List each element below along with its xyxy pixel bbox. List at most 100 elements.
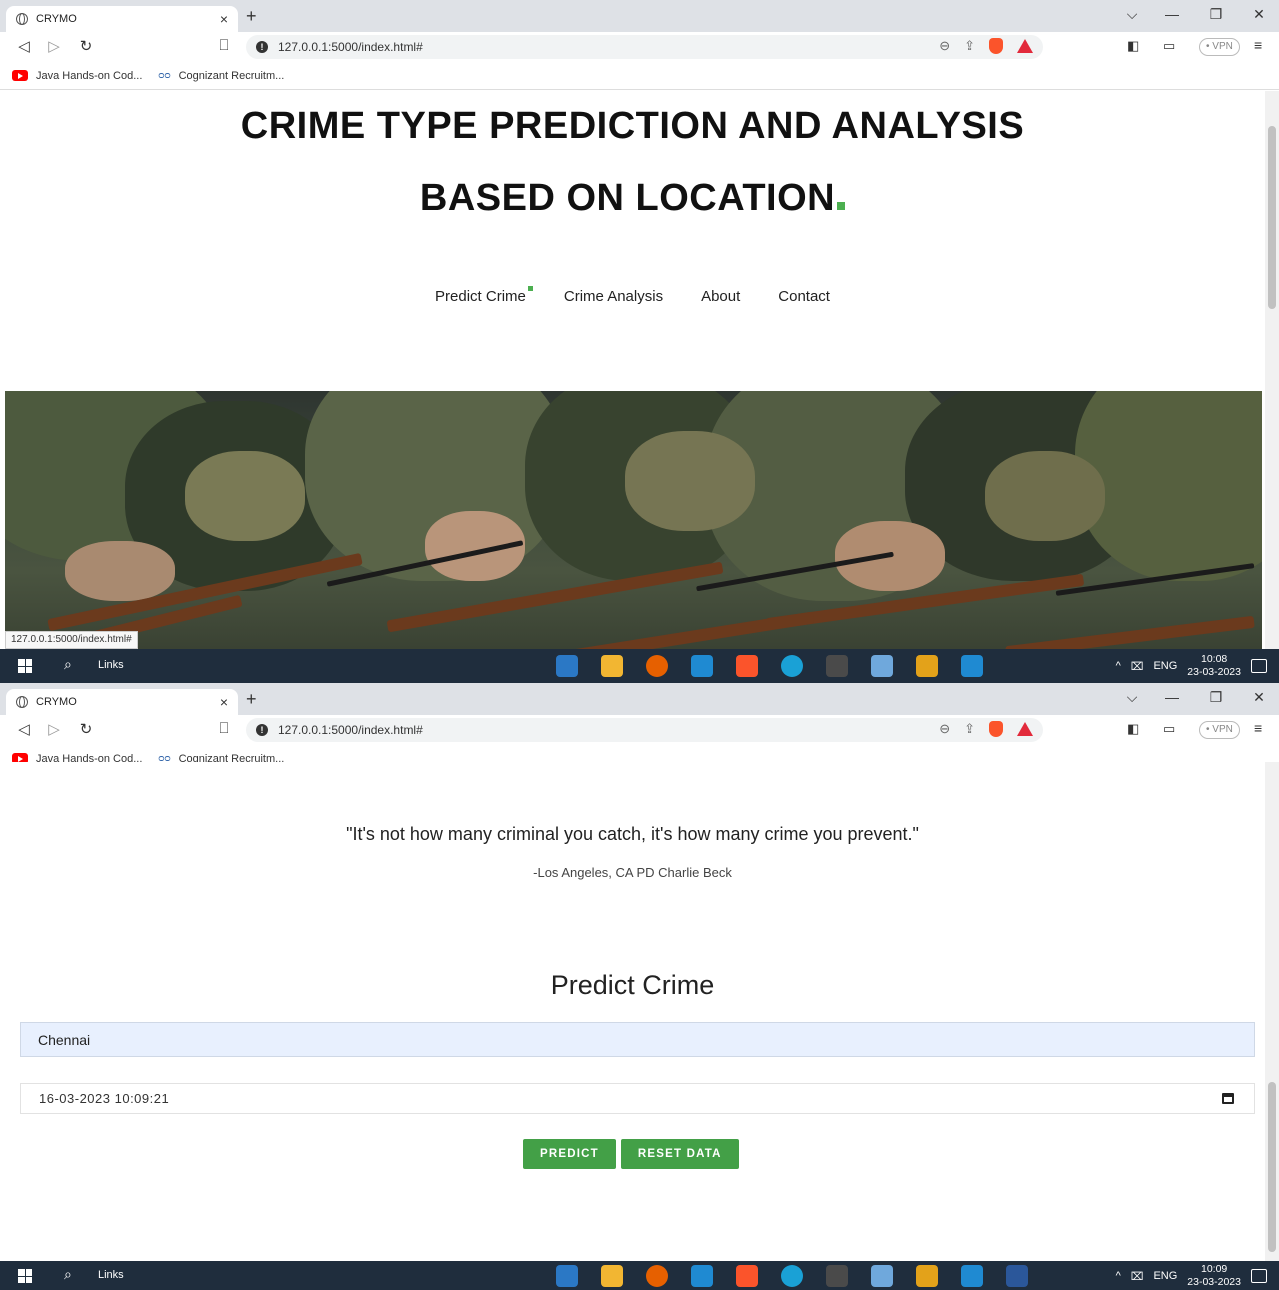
app-icon[interactable] [871, 1265, 893, 1287]
page-title-line1: CRIME TYPE PREDICTION AND ANALYSIS [240, 105, 1025, 147]
clock[interactable]: 10:08 23-03-2023 [1187, 653, 1241, 679]
edge-icon[interactable] [781, 655, 803, 677]
reload-icon[interactable]: ↻ [76, 37, 96, 55]
status-url: 127.0.0.1:5000/index.html# [5, 631, 138, 649]
sidebar-icon[interactable]: ◧ [1127, 721, 1139, 737]
taskbar-links[interactable]: Links [98, 1269, 124, 1281]
store-icon[interactable] [556, 655, 578, 677]
restore-icon[interactable]: ❐ [1204, 689, 1228, 706]
back-icon[interactable]: ◁ [14, 37, 34, 55]
search-icon[interactable]: ⌕ [64, 1266, 72, 1283]
calendar-icon[interactable] [1222, 1093, 1234, 1104]
page-scrollbar[interactable] [1265, 91, 1279, 649]
city-input[interactable] [20, 1022, 1255, 1057]
network-icon[interactable]: ⌧ [1131, 1270, 1144, 1283]
close-tab-icon[interactable]: × [220, 694, 228, 710]
vpn-button[interactable]: • VPN [1199, 721, 1240, 739]
close-tab-icon[interactable]: × [220, 11, 228, 27]
taskbar-links[interactable]: Links [98, 659, 124, 671]
notification-icon[interactable] [1251, 1269, 1267, 1283]
firefox-icon[interactable] [646, 655, 668, 677]
bookmark-icon[interactable]: ⎕ [214, 37, 234, 54]
page-title-line2: BASED ON LOCATION [0, 177, 1265, 220]
network-icon[interactable]: ⌧ [1131, 660, 1144, 673]
app-icon[interactable] [871, 655, 893, 677]
bookmark-java[interactable]: Java Hands-on Cod... [12, 70, 142, 82]
file-explorer-icon[interactable] [601, 1265, 623, 1287]
close-window-icon[interactable]: ✕ [1247, 689, 1271, 706]
brave-rewards-icon[interactable] [1017, 39, 1033, 53]
brave-shield-icon[interactable] [989, 721, 1003, 737]
windows-start-icon[interactable] [18, 659, 32, 673]
terminal-icon[interactable] [826, 655, 848, 677]
vscode-icon[interactable] [691, 655, 713, 677]
nav-crime-analysis[interactable]: Crime Analysis [564, 288, 663, 305]
wallet-icon[interactable]: ▭ [1163, 721, 1175, 737]
tab-search-icon[interactable]: ⌵ [1120, 689, 1144, 706]
share-icon[interactable]: ⇪ [964, 38, 975, 54]
wallet-icon[interactable]: ▭ [1163, 38, 1175, 54]
nav-about[interactable]: About [701, 288, 740, 305]
vscode-insiders-icon[interactable] [961, 1265, 983, 1287]
browser-tab[interactable]: CRYMO × [6, 689, 238, 715]
eclipse-icon[interactable] [916, 655, 938, 677]
restore-icon[interactable]: ❐ [1204, 6, 1228, 23]
vscode-insiders-icon[interactable] [961, 655, 983, 677]
info-icon[interactable]: ! [256, 724, 268, 736]
new-tab-button[interactable]: + [246, 689, 257, 710]
menu-icon[interactable]: ≡ [1254, 37, 1262, 53]
back-icon[interactable]: ◁ [14, 720, 34, 738]
nav-predict-crime[interactable]: Predict Crime [435, 286, 533, 305]
search-icon[interactable]: ⌕ [64, 656, 72, 673]
datetime-input[interactable]: 16-03-2023 10:09:21 [20, 1083, 1255, 1114]
zoom-icon[interactable]: ⊖ [939, 721, 950, 737]
clock[interactable]: 10:09 23-03-2023 [1187, 1263, 1241, 1289]
notification-icon[interactable] [1251, 659, 1267, 673]
scroll-thumb[interactable] [1268, 126, 1276, 309]
predict-button[interactable]: PREDICT [523, 1139, 616, 1169]
windows-start-icon[interactable] [18, 1269, 32, 1283]
menu-icon[interactable]: ≡ [1254, 720, 1262, 736]
reset-data-button[interactable]: RESET DATA [620, 1139, 739, 1169]
url-field[interactable]: ! 127.0.0.1:5000/index.html# ⊖ ⇪ [246, 718, 1043, 742]
forward-icon[interactable]: ▷ [44, 37, 64, 55]
minimize-icon[interactable]: — [1160, 6, 1184, 22]
new-tab-button[interactable]: + [246, 6, 257, 27]
close-window-icon[interactable]: ✕ [1247, 6, 1271, 23]
tray-chevron-icon[interactable]: ^ [1116, 660, 1121, 672]
file-explorer-icon[interactable] [601, 655, 623, 677]
sidebar-icon[interactable]: ◧ [1127, 38, 1139, 54]
vpn-button[interactable]: • VPN [1199, 38, 1240, 56]
page-title-text: BASED ON LOCATION [419, 177, 836, 219]
nav-contact[interactable]: Contact [778, 288, 830, 305]
share-icon[interactable]: ⇪ [964, 721, 975, 737]
page-scrollbar[interactable] [1265, 762, 1279, 1261]
scroll-thumb[interactable] [1268, 1082, 1276, 1252]
zoom-icon[interactable]: ⊖ [939, 38, 950, 54]
browser-tab[interactable]: CRYMO × [6, 6, 238, 32]
info-icon[interactable]: ! [256, 41, 268, 53]
bookmark-icon[interactable]: ⎕ [214, 720, 234, 737]
terminal-icon[interactable] [826, 1265, 848, 1287]
language-indicator[interactable]: ENG [1153, 660, 1177, 672]
minimize-icon[interactable]: — [1160, 689, 1184, 705]
language-indicator[interactable]: ENG [1153, 1270, 1177, 1282]
edge-icon[interactable] [781, 1265, 803, 1287]
taskbar-apps [556, 655, 983, 677]
brave-rewards-icon[interactable] [1017, 722, 1033, 736]
forward-icon[interactable]: ▷ [44, 720, 64, 738]
bookmark-cognizant[interactable]: ᴑᴑ Cognizant Recruitm... [158, 70, 284, 82]
brave-icon[interactable] [736, 1265, 758, 1287]
store-icon[interactable] [556, 1265, 578, 1287]
brave-shield-icon[interactable] [989, 38, 1003, 54]
tray-chevron-icon[interactable]: ^ [1116, 1270, 1121, 1282]
word-icon[interactable] [1006, 1265, 1028, 1287]
firefox-icon[interactable] [646, 1265, 668, 1287]
url-field[interactable]: ! 127.0.0.1:5000/index.html# ⊖ ⇪ [246, 35, 1043, 59]
tab-search-icon[interactable]: ⌵ [1120, 6, 1144, 23]
vscode-icon[interactable] [691, 1265, 713, 1287]
globe-icon [16, 13, 28, 25]
brave-icon[interactable] [736, 655, 758, 677]
reload-icon[interactable]: ↻ [76, 720, 96, 738]
eclipse-icon[interactable] [916, 1265, 938, 1287]
